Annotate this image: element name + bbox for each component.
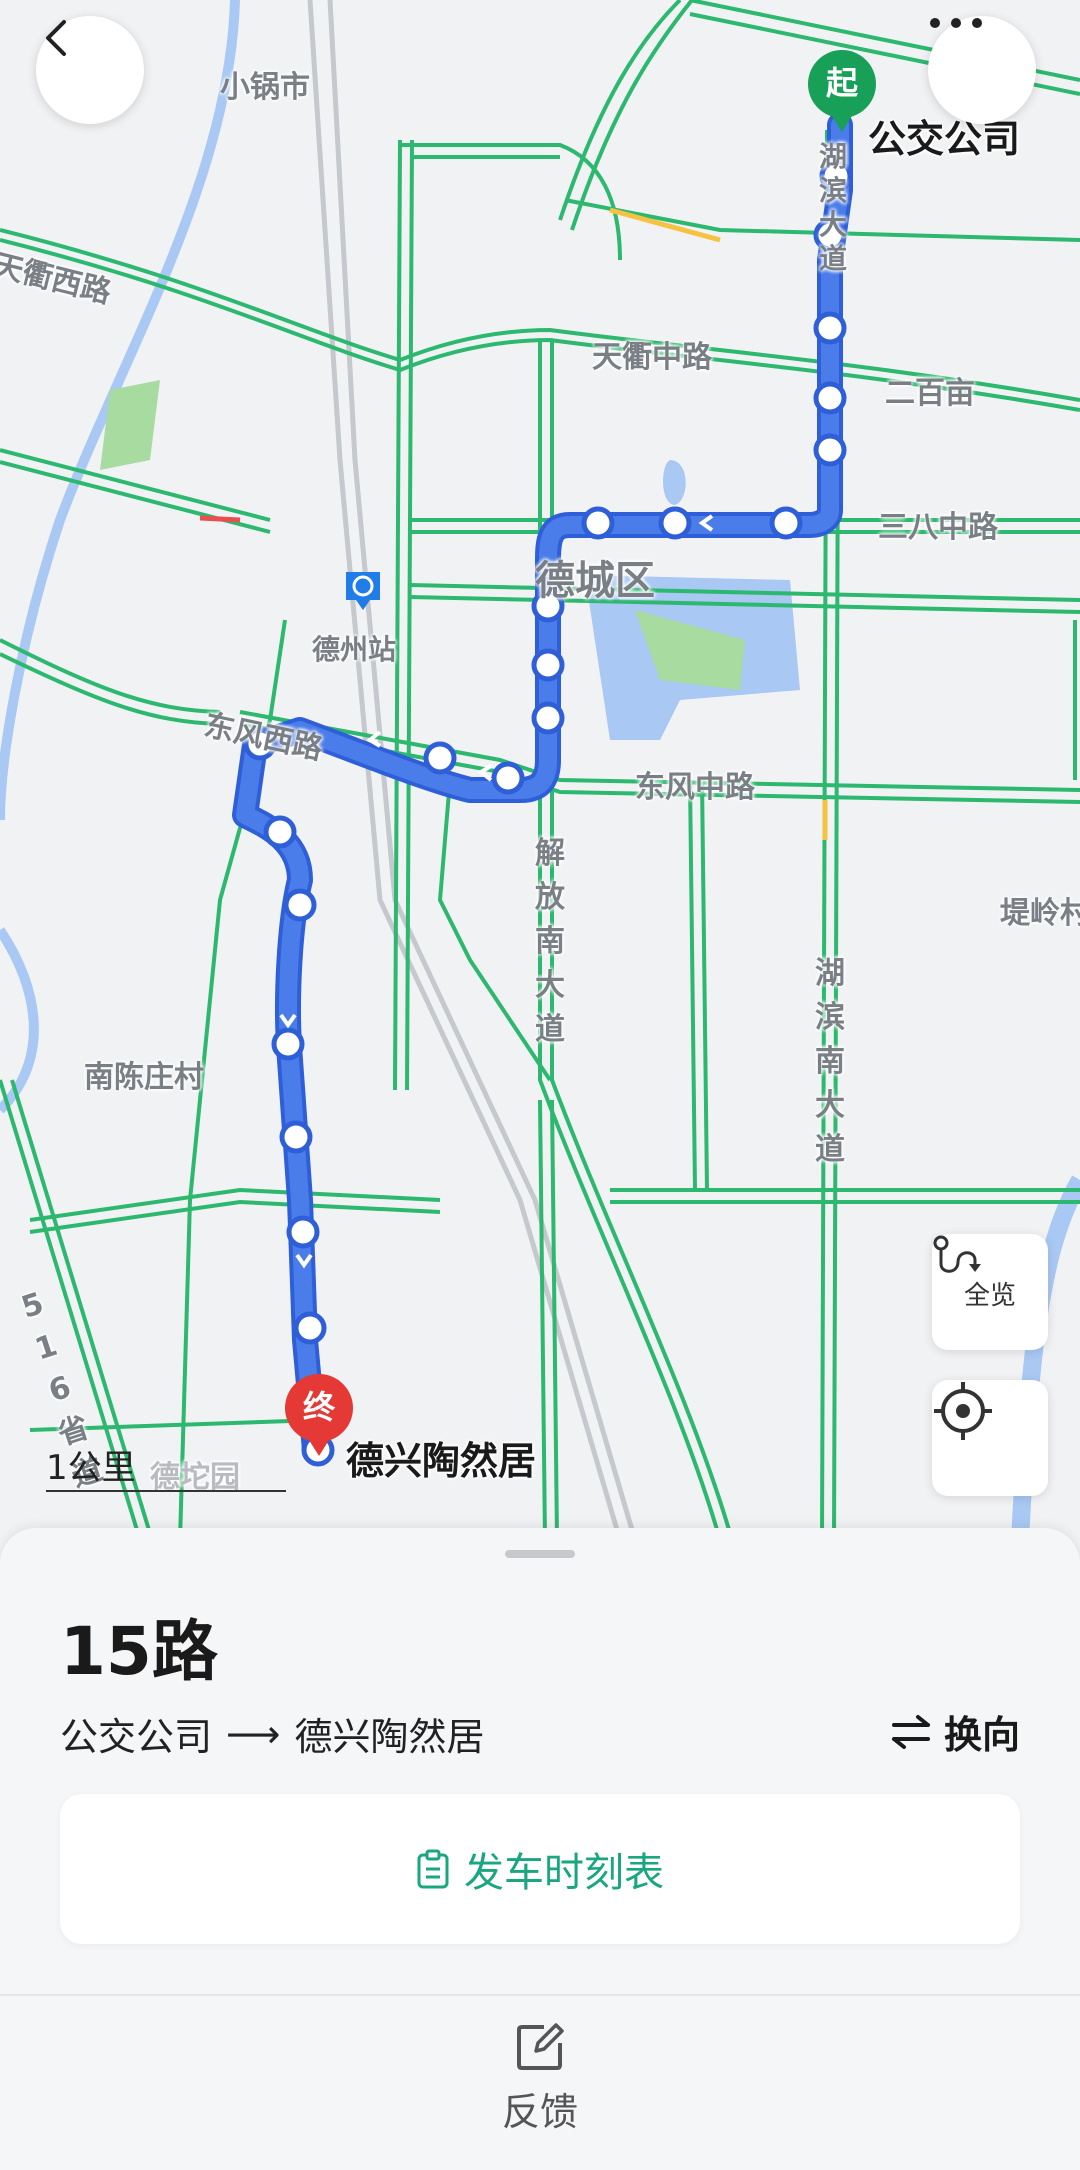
more-button[interactable]	[928, 16, 1036, 124]
route-from: 公交公司	[60, 1715, 213, 1759]
stop-marker	[283, 888, 317, 922]
reverse-label: 换向	[943, 1713, 1020, 1757]
stop-marker	[813, 381, 847, 415]
stop-marker	[491, 761, 525, 795]
swap-arrows-icon	[891, 1714, 930, 1749]
end-stop-name[interactable]: 德兴陶然居	[346, 1430, 536, 1485]
map-label: 湖滨大道	[818, 140, 847, 275]
stop-marker	[423, 741, 457, 775]
stop-marker	[769, 506, 803, 540]
locate-icon	[934, 1382, 992, 1440]
route-detail-sheet: 15路 公交公司 ⟶ 德兴陶然居 换向 发车时刻表 反馈	[0, 1528, 1080, 2170]
map-label: 堤岭村	[1000, 896, 1080, 931]
route-direction: 公交公司 ⟶ 德兴陶然居	[60, 1706, 485, 1761]
scale-label: 1公里	[46, 1448, 136, 1488]
route-name: 15路	[60, 1613, 218, 1690]
stop-marker	[293, 1311, 327, 1345]
map-label: 三八中路	[878, 510, 998, 545]
stop-marker	[279, 1120, 313, 1154]
route-map[interactable]: 小锅市 天衢西路 天衢中路 二百亩 三八中路 德城区 德州站 东风西路 东风中路…	[0, 0, 1080, 1540]
chevron-left-icon	[46, 20, 66, 56]
stop-marker	[531, 701, 565, 735]
map-scale: 1公里	[46, 1440, 286, 1492]
schedule-label: 发车时刻表	[464, 1850, 664, 1896]
stop-marker	[813, 311, 847, 345]
locate-button[interactable]	[932, 1380, 1048, 1496]
back-button[interactable]	[36, 16, 144, 124]
map-label: 天衢中路	[592, 340, 712, 375]
stop-marker	[658, 506, 692, 540]
map-label: 南陈庄村	[84, 1060, 204, 1095]
river	[0, 927, 39, 1114]
map-label: 小锅市	[220, 70, 310, 105]
feedback-label: 反馈	[501, 2089, 578, 2134]
stop-marker	[813, 433, 847, 467]
stop-marker	[581, 506, 615, 540]
stop-marker	[263, 815, 297, 849]
sheet-drag-handle[interactable]	[505, 1550, 575, 1558]
map-label: 东风中路	[635, 770, 755, 805]
station-label: 德州站	[312, 633, 397, 666]
district-label: 德城区	[535, 558, 655, 604]
more-dots-icon	[930, 18, 982, 28]
route-stops	[243, 159, 853, 1467]
stop-marker	[531, 648, 565, 682]
map-label: 解放南大道	[535, 836, 565, 1047]
schedule-button[interactable]: 发车时刻表	[60, 1794, 1020, 1944]
divider	[0, 1994, 1080, 1996]
route-arrow: ⟶	[226, 1711, 281, 1756]
railway	[307, 0, 638, 1540]
stop-marker	[286, 1215, 320, 1249]
edit-feedback-icon	[517, 2022, 564, 2070]
map-label: 二百亩	[885, 376, 975, 411]
route-overview-icon	[933, 1235, 981, 1273]
clipboard-icon	[416, 1849, 450, 1889]
start-pin: 起	[808, 50, 876, 132]
reverse-direction-button[interactable]: 换向	[890, 1704, 1020, 1759]
overview-button[interactable]: 全览	[932, 1234, 1048, 1350]
stop-marker	[271, 1027, 305, 1061]
feedback-button[interactable]: 反馈	[470, 2008, 610, 2148]
route-to: 德兴陶然居	[294, 1715, 485, 1759]
overview-label: 全览	[963, 1280, 1016, 1311]
map-label: 湖滨南大道	[815, 956, 845, 1167]
lake	[663, 460, 686, 505]
end-pin: 终	[285, 1374, 353, 1456]
map-canvas	[0, 0, 1080, 1540]
